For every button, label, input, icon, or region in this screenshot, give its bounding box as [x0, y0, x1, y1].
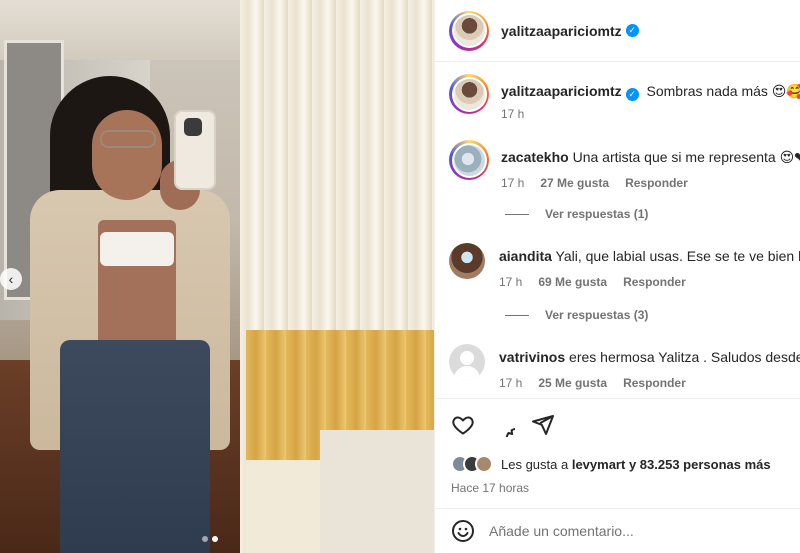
avatar[interactable] [449, 243, 485, 279]
chevron-left-icon: ‹ [8, 271, 14, 287]
reply-button[interactable]: Responder [623, 275, 686, 289]
verified-badge-icon: ✓ [625, 87, 639, 101]
carousel-dots [202, 536, 218, 542]
phone-camera [184, 118, 202, 136]
view-replies-label: Ver respuestas (3) [545, 308, 649, 322]
post-panel: yalitzaapariciomtz ✓ yalitzaapariciomtz ✓… [434, 0, 800, 553]
comment-likes[interactable]: 27 Me gusta [540, 176, 609, 190]
carousel-dot-active [212, 536, 218, 542]
comment-time[interactable]: 17 h [499, 275, 522, 289]
comment-text: Una artista que si me representa 😍❤ [572, 149, 800, 165]
replies-divider [505, 213, 529, 215]
comment-text: Yali, que labial usas. Ese se te ve bien… [555, 248, 800, 264]
comment-time[interactable]: 17 h [501, 176, 524, 190]
reply-button[interactable]: Responder [625, 176, 688, 190]
likes-user[interactable]: levymart [572, 457, 625, 472]
person-glasses [100, 130, 156, 148]
post-timestamp: Hace 17 horas [451, 481, 530, 495]
heart-icon[interactable] [451, 413, 475, 437]
default-avatar-head [460, 351, 474, 365]
add-comment-input[interactable]: Añade un comentario... [489, 523, 634, 539]
reply-button[interactable]: Responder [623, 376, 686, 390]
replies-divider [505, 314, 529, 316]
comment-icon[interactable] [491, 413, 515, 437]
caption-time[interactable]: 17 h [501, 107, 524, 121]
comment-time[interactable]: 17 h [499, 376, 522, 390]
header-username[interactable]: yalitzaapariciomtz [501, 23, 622, 39]
likes-prefix: Les gusta a [501, 456, 569, 472]
person-jeans [60, 340, 210, 553]
caption-text: Sombras nada más 😍🥰 [646, 83, 800, 99]
caption-username[interactable]: yalitzaapariciomtz [501, 83, 622, 99]
caption-row: yalitzaapariciomtz ✓ Sombras nada más 😍🥰 … [449, 74, 800, 121]
comment-row: zacatekho Una artista que si me represen… [449, 140, 800, 190]
comment-likes[interactable]: 25 Me gusta [538, 376, 607, 390]
post-actions: Les gusta a levymart y 83.253 personas m… [435, 398, 800, 495]
add-comment-bar: Añade un comentario... [435, 508, 800, 553]
smiley-icon[interactable] [451, 519, 475, 543]
view-replies-label: Ver respuestas (1) [545, 207, 649, 221]
avatar[interactable] [449, 10, 489, 51]
view-replies-button[interactable]: Ver respuestas (3) [505, 308, 648, 322]
comment-text: eres hermosa Yalitza . Saludos desde C [569, 349, 800, 365]
post-photo: ‹ [0, 0, 434, 553]
comment-row: aiandita Yali, que labial usas. Ese se t… [449, 243, 800, 289]
comments-list[interactable]: yalitzaapariciomtz ✓ Sombras nada más 😍🥰 … [435, 62, 800, 398]
post-header: yalitzaapariciomtz ✓ [435, 0, 800, 62]
liker-avatar [475, 455, 493, 473]
avatar-image [453, 15, 485, 46]
avatar[interactable] [449, 140, 489, 180]
comment-username[interactable]: vatrivinos [499, 349, 565, 365]
verified-badge-icon: ✓ [625, 24, 639, 37]
photo-person [20, 70, 240, 553]
comment-username[interactable]: zacatekho [501, 149, 569, 165]
person-top [100, 232, 174, 266]
send-icon[interactable] [531, 413, 555, 437]
likes-summary[interactable]: Les gusta a levymart y 83.253 personas m… [451, 455, 785, 473]
likes-count[interactable]: y 83.253 personas más [629, 457, 771, 472]
avatar[interactable] [449, 344, 485, 380]
avatar[interactable] [449, 74, 489, 114]
avatar-image [453, 144, 485, 176]
carousel-dot [202, 536, 208, 542]
comment-row: vatrivinos eres hermosa Yalitza . Saludo… [449, 344, 800, 390]
person-phone [174, 110, 216, 190]
view-replies-button[interactable]: Ver respuestas (1) [505, 207, 648, 221]
comment-username[interactable]: aiandita [499, 248, 552, 264]
person-face [92, 110, 162, 200]
comment-likes[interactable]: 69 Me gusta [538, 275, 607, 289]
photo-bed [320, 430, 434, 553]
avatar-image [453, 78, 485, 110]
default-avatar-body [454, 366, 480, 380]
carousel-prev-button[interactable]: ‹ [0, 268, 22, 290]
